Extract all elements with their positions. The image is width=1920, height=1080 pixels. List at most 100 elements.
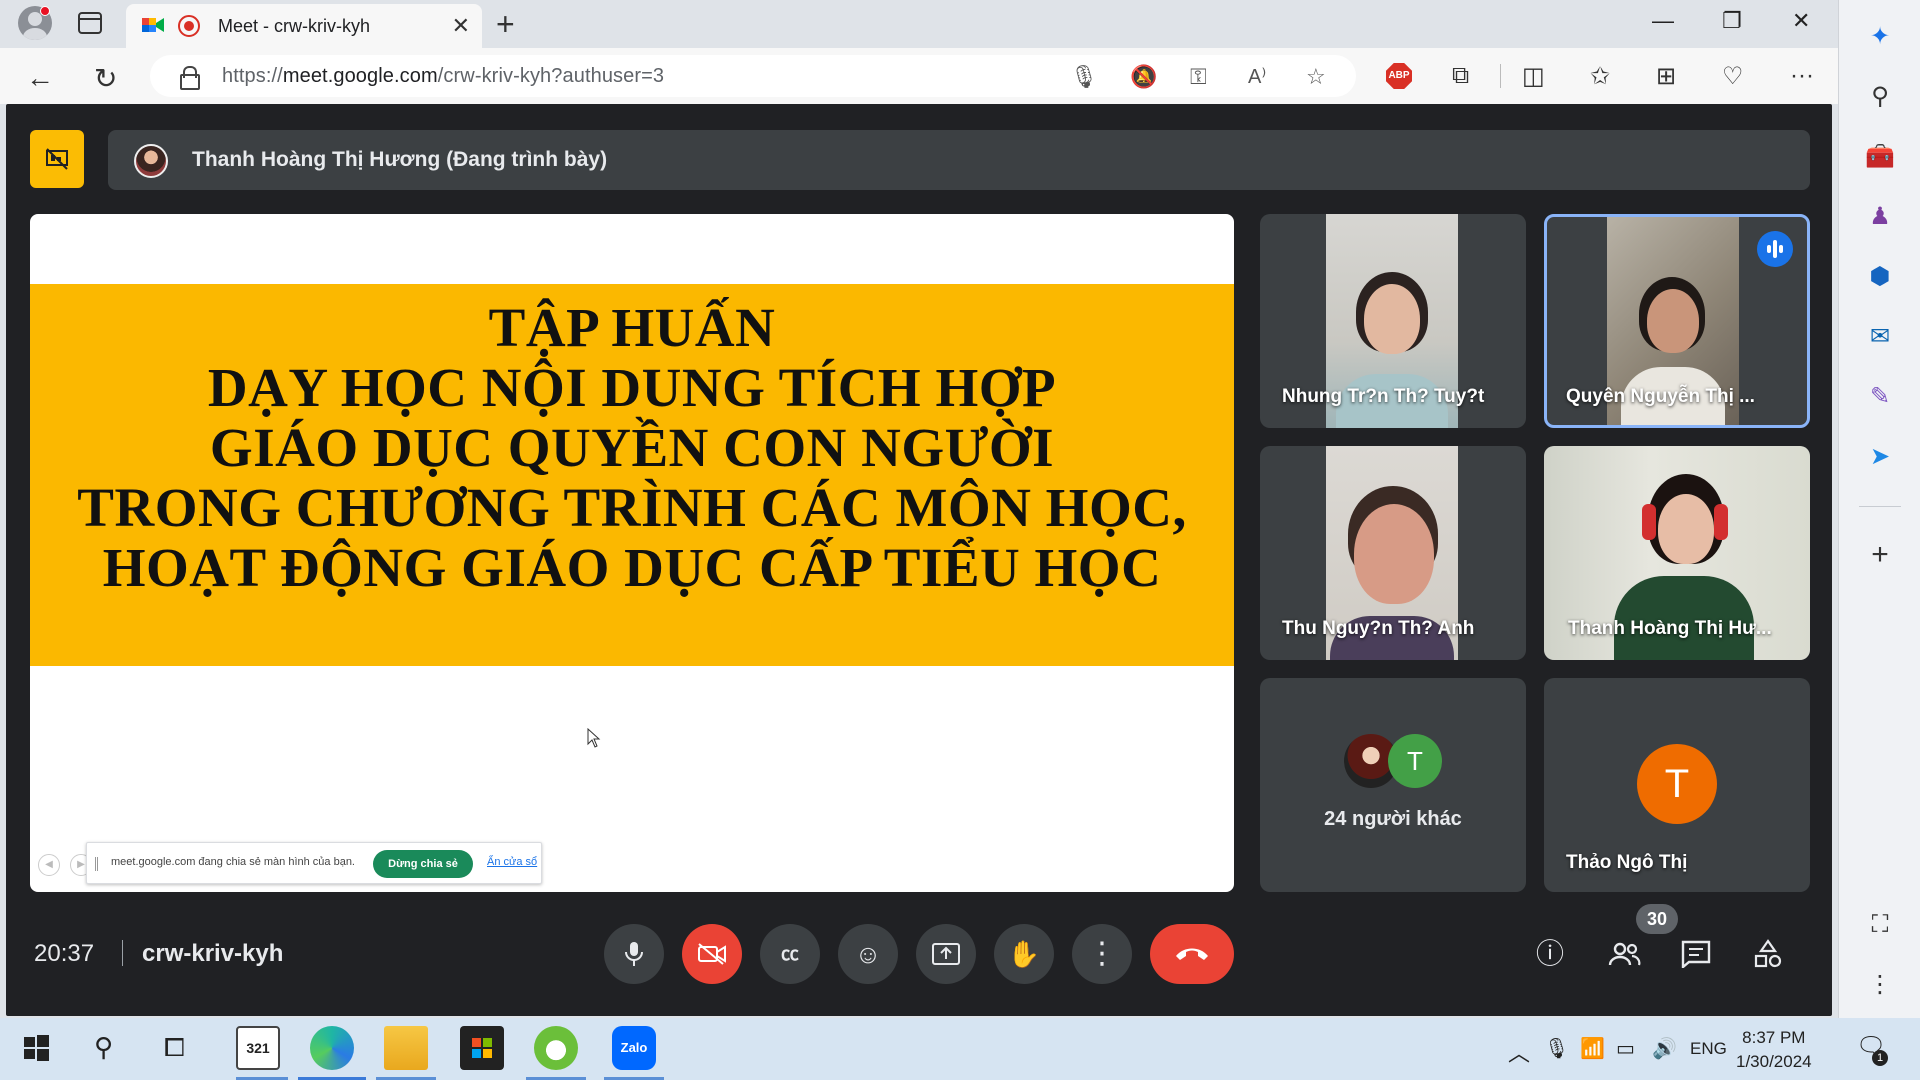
leave-call-button[interactable] xyxy=(1150,924,1234,984)
slide-line-3: GIÁO DỤC QUYỀN CON NGƯỜI xyxy=(209,417,1055,478)
participant-name: Thảo Ngô Thị xyxy=(1566,852,1688,873)
restore-icon[interactable]: ❐ xyxy=(1722,8,1742,34)
chat-icon[interactable] xyxy=(1674,932,1718,976)
meet-window: Thanh Hoàng Thị Hương (Đang trình bày) T… xyxy=(6,104,1832,1016)
others-tile[interactable]: T 24 người khác xyxy=(1260,678,1526,892)
workspaces-icon[interactable] xyxy=(78,12,102,34)
search-taskbar-icon[interactable]: ⚲ xyxy=(94,1032,113,1063)
presentation-layout-button[interactable] xyxy=(30,130,84,188)
show-hidden-icons-icon[interactable]: ︿ xyxy=(1508,1036,1530,1068)
cococ-browser-icon[interactable] xyxy=(534,1026,578,1070)
windows-start-icon[interactable] xyxy=(14,1026,58,1070)
microphone-in-use-icon[interactable]: 🎙 xyxy=(1544,1036,1569,1061)
toolbar-divider xyxy=(1500,64,1501,88)
present-now-button[interactable] xyxy=(916,924,976,984)
microsoft-store-icon[interactable] xyxy=(460,1026,504,1070)
lock-icon[interactable] xyxy=(180,66,200,90)
browser-essentials-icon[interactable]: ♡ xyxy=(1722,62,1744,91)
presenter-bar: Thanh Hoàng Thị Hương (Đang trình bày) xyxy=(108,130,1810,190)
split-screen-icon[interactable]: ◫ xyxy=(1522,62,1545,91)
tab-title: Meet - crw-kriv-kyh xyxy=(218,16,370,36)
outlook-icon[interactable]: ✉ xyxy=(1865,322,1895,352)
password-key-icon[interactable]: ⚿ xyxy=(1190,64,1207,90)
battery-icon[interactable]: ▭ xyxy=(1616,1036,1635,1061)
clock-divider xyxy=(122,940,123,966)
participant-tile-thanh[interactable]: Thanh Hoàng Thị Hư... xyxy=(1544,446,1810,660)
browser-tab-bar: Meet - crw-kriv-kyh ✕ + — ❐ ✕ xyxy=(0,0,1838,48)
collections-icon[interactable]: ⊞ xyxy=(1656,62,1676,91)
screenshot-icon[interactable]: ⛶ xyxy=(1865,910,1895,940)
participant-name: Thanh Hoàng Thị Hư... xyxy=(1568,618,1772,639)
presenter-avatar xyxy=(134,144,168,178)
slide-line-2: DẠY HỌC NỘI DUNG TÍCH HỢP xyxy=(207,357,1057,418)
raise-hand-button[interactable]: ✋ xyxy=(994,924,1054,984)
browser-toolbar: ← ↻ https://meet.google.com/crw-kriv-kyh… xyxy=(0,48,1838,104)
drop-icon[interactable]: ➤ xyxy=(1865,442,1895,472)
drag-handle-icon[interactable] xyxy=(95,857,98,871)
games-icon[interactable]: ♟ xyxy=(1865,202,1895,232)
address-bar[interactable]: https://meet.google.com/crw-kriv-kyh?aut… xyxy=(150,55,1356,97)
refresh-icon[interactable]: ↻ xyxy=(94,62,117,95)
meeting-code: crw-kriv-kyh xyxy=(142,940,284,967)
meeting-details-icon[interactable]: ⓘ xyxy=(1528,932,1572,976)
tab-meet[interactable]: Meet - crw-kriv-kyh ✕ xyxy=(126,4,482,48)
back-icon[interactable]: ← xyxy=(26,62,54,94)
microphone-icon xyxy=(625,942,643,966)
prev-slide-icon[interactable]: ◀ xyxy=(38,854,60,876)
sidebar-settings-icon[interactable]: ⋮ xyxy=(1865,970,1895,1000)
participant-tile-thao[interactable]: T Thảo Ngô Thị xyxy=(1544,678,1810,892)
taskbar-clock[interactable]: 8:37 PM 1/30/2024 xyxy=(1736,1026,1812,1074)
extensions-icon[interactable]: ⧉ xyxy=(1452,62,1469,90)
adblock-plus-icon[interactable]: ABP xyxy=(1386,63,1412,89)
presenter-label: Thanh Hoàng Thị Hương (Đang trình bày) xyxy=(192,148,608,171)
notification-count-badge: 1 xyxy=(1872,1050,1888,1066)
taskbar-time: 8:37 PM xyxy=(1742,1028,1806,1047)
microsoft-365-icon[interactable]: ⬢ xyxy=(1865,262,1895,292)
close-tab-icon[interactable]: ✕ xyxy=(452,13,470,39)
microphone-button[interactable] xyxy=(604,924,664,984)
participant-name: Nhung Tr?n Th? Tuy?t xyxy=(1282,386,1485,407)
stop-sharing-button[interactable]: Dừng chia sẻ xyxy=(373,850,473,878)
file-explorer-icon[interactable] xyxy=(384,1026,428,1070)
notifications-blocked-icon[interactable]: 🔕 xyxy=(1130,64,1157,90)
participant-tile-thu[interactable]: Thu Nguy?n Th? Anh xyxy=(1260,446,1526,660)
emoji-icon: ☺ xyxy=(854,939,882,969)
tools-icon[interactable]: 🧰 xyxy=(1865,142,1895,172)
minimize-icon[interactable]: — xyxy=(1652,8,1674,34)
activities-icon[interactable] xyxy=(1746,932,1790,976)
speaking-indicator-icon xyxy=(1757,231,1793,267)
shared-screen: TẬP HUẤN DẠY HỌC NỘI DUNG TÍCH HỢP GIÁO … xyxy=(30,214,1234,892)
new-tab-icon[interactable]: + xyxy=(496,6,515,43)
copilot-icon[interactable]: ✦ xyxy=(1865,22,1895,52)
close-window-icon[interactable]: ✕ xyxy=(1792,8,1810,34)
slide-line-4: TRONG CHƯƠNG TRÌNH CÁC MÔN HỌC, xyxy=(77,477,1187,538)
participant-tile-quyen[interactable]: Quyên Nguyễn Thị ... xyxy=(1544,214,1810,428)
microphone-permission-icon[interactable]: 🎙 xyxy=(1070,64,1098,90)
participant-name: Thu Nguy?n Th? Anh xyxy=(1282,618,1475,639)
add-sidebar-app-icon[interactable]: + xyxy=(1865,540,1895,570)
calendar-app-icon[interactable]: 321 xyxy=(236,1026,280,1070)
favorite-star-icon[interactable]: ☆ xyxy=(1306,64,1326,90)
participant-initial-avatar: T xyxy=(1637,744,1717,824)
camera-off-button[interactable] xyxy=(682,924,742,984)
reactions-button[interactable]: ☺ xyxy=(838,924,898,984)
task-view-icon[interactable]: ⧠ xyxy=(164,1032,185,1064)
captions-button[interactable]: ㏄ xyxy=(760,924,820,984)
settings-more-icon[interactable]: ··· xyxy=(1790,62,1814,90)
favorites-icon[interactable]: ✩ xyxy=(1590,62,1610,91)
read-aloud-icon[interactable]: A⁾ xyxy=(1248,64,1266,89)
designer-icon[interactable]: ✎ xyxy=(1865,382,1895,412)
others-count-label: 24 người khác xyxy=(1324,808,1462,830)
edge-browser-icon[interactable] xyxy=(310,1026,354,1070)
volume-icon[interactable]: 🔊 xyxy=(1652,1036,1677,1061)
zalo-app-icon[interactable]: Zalo xyxy=(612,1026,656,1070)
people-icon[interactable] xyxy=(1602,932,1646,976)
meeting-clock: 20:37 xyxy=(34,940,95,967)
wifi-icon[interactable]: 📶 xyxy=(1580,1036,1605,1061)
search-icon[interactable]: ⚲ xyxy=(1865,82,1895,112)
input-language[interactable]: ENG xyxy=(1690,1039,1727,1059)
meet-favicon-icon xyxy=(142,18,164,32)
more-options-button[interactable]: ⋮ xyxy=(1072,924,1132,984)
participant-tile-nhung[interactable]: Nhung Tr?n Th? Tuy?t xyxy=(1260,214,1526,428)
hide-banner-link[interactable]: Ẩn cửa sổ xyxy=(487,856,537,868)
